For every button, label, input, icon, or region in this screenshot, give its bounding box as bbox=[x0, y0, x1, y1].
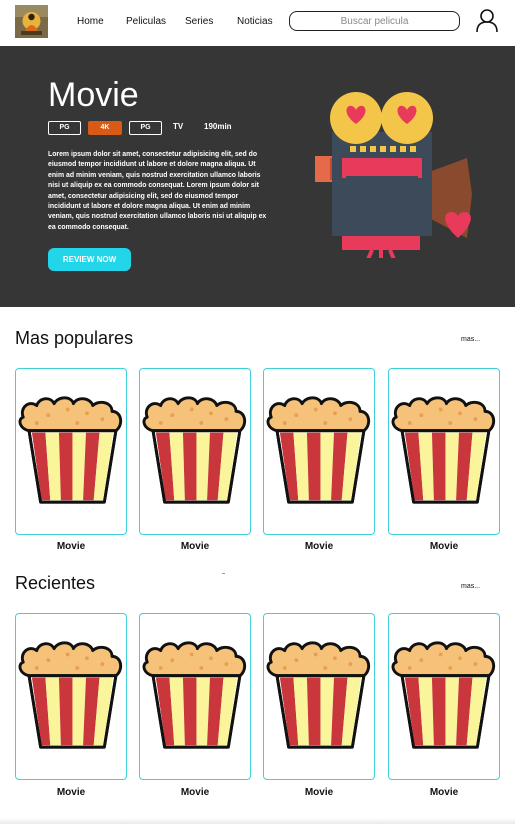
user-icon[interactable] bbox=[476, 9, 498, 33]
movie-card[interactable] bbox=[388, 613, 500, 780]
nav-home-link[interactable]: Home bbox=[77, 16, 104, 27]
hero-title: Movie bbox=[48, 76, 139, 114]
nav-series-link[interactable]: Series bbox=[185, 16, 213, 27]
nav-peliculas-link[interactable]: Peliculas bbox=[126, 16, 166, 27]
more-link-popular[interactable]: mas... bbox=[461, 336, 480, 343]
movie-card[interactable] bbox=[15, 613, 127, 780]
section-title-recent: Recientes bbox=[15, 573, 96, 593]
popcorn-icon bbox=[266, 641, 371, 749]
more-link-recent[interactable]: mas... bbox=[461, 583, 480, 590]
popcorn-icon bbox=[391, 396, 496, 504]
movie-card-title: Movie bbox=[180, 787, 210, 798]
review-now-button[interactable]: REVIEW NOW bbox=[48, 248, 131, 271]
popcorn-icon bbox=[18, 396, 123, 504]
movie-card[interactable] bbox=[263, 368, 375, 535]
movie-card-title: Movie bbox=[429, 541, 459, 552]
divider-dot bbox=[222, 573, 225, 574]
popcorn-icon bbox=[266, 396, 371, 504]
rating-badge: PG bbox=[48, 121, 81, 135]
popcorn-icon bbox=[142, 641, 247, 749]
navbar: Home Peliculas Series Noticias bbox=[0, 0, 515, 46]
popcorn-icon bbox=[391, 641, 496, 749]
movie-card-title: Movie bbox=[56, 541, 86, 552]
movie-camera-icon bbox=[315, 92, 472, 258]
search-input[interactable] bbox=[289, 11, 460, 31]
hero-banner: Movie PG 4K PG TV 190min Lorem ipsum dol… bbox=[0, 46, 515, 307]
popcorn-icon bbox=[142, 396, 247, 504]
movie-card[interactable] bbox=[139, 368, 251, 535]
quality-badge: 4K bbox=[88, 121, 122, 135]
footer-edge bbox=[0, 818, 515, 824]
popcorn-icon bbox=[18, 641, 123, 749]
movie-card-title: Movie bbox=[56, 787, 86, 798]
section-title-popular: Mas populares bbox=[15, 328, 134, 348]
type-label: TV bbox=[173, 122, 184, 131]
buddha-logo-icon[interactable] bbox=[15, 5, 48, 38]
movie-card[interactable] bbox=[15, 368, 127, 535]
movie-card[interactable] bbox=[139, 613, 251, 780]
movie-card-title: Movie bbox=[304, 541, 334, 552]
movie-card[interactable] bbox=[263, 613, 375, 780]
hero-description: Lorem ipsum dolor sit amet, consectetur … bbox=[48, 151, 267, 231]
rating-badge: PG bbox=[129, 121, 162, 135]
nav-noticias-link[interactable]: Noticias bbox=[237, 16, 273, 27]
duration-label: 190min bbox=[204, 122, 232, 131]
movie-card[interactable] bbox=[388, 368, 500, 535]
movie-card-title: Movie bbox=[180, 541, 210, 552]
movie-card-title: Movie bbox=[304, 787, 334, 798]
movie-card-title: Movie bbox=[429, 787, 459, 798]
